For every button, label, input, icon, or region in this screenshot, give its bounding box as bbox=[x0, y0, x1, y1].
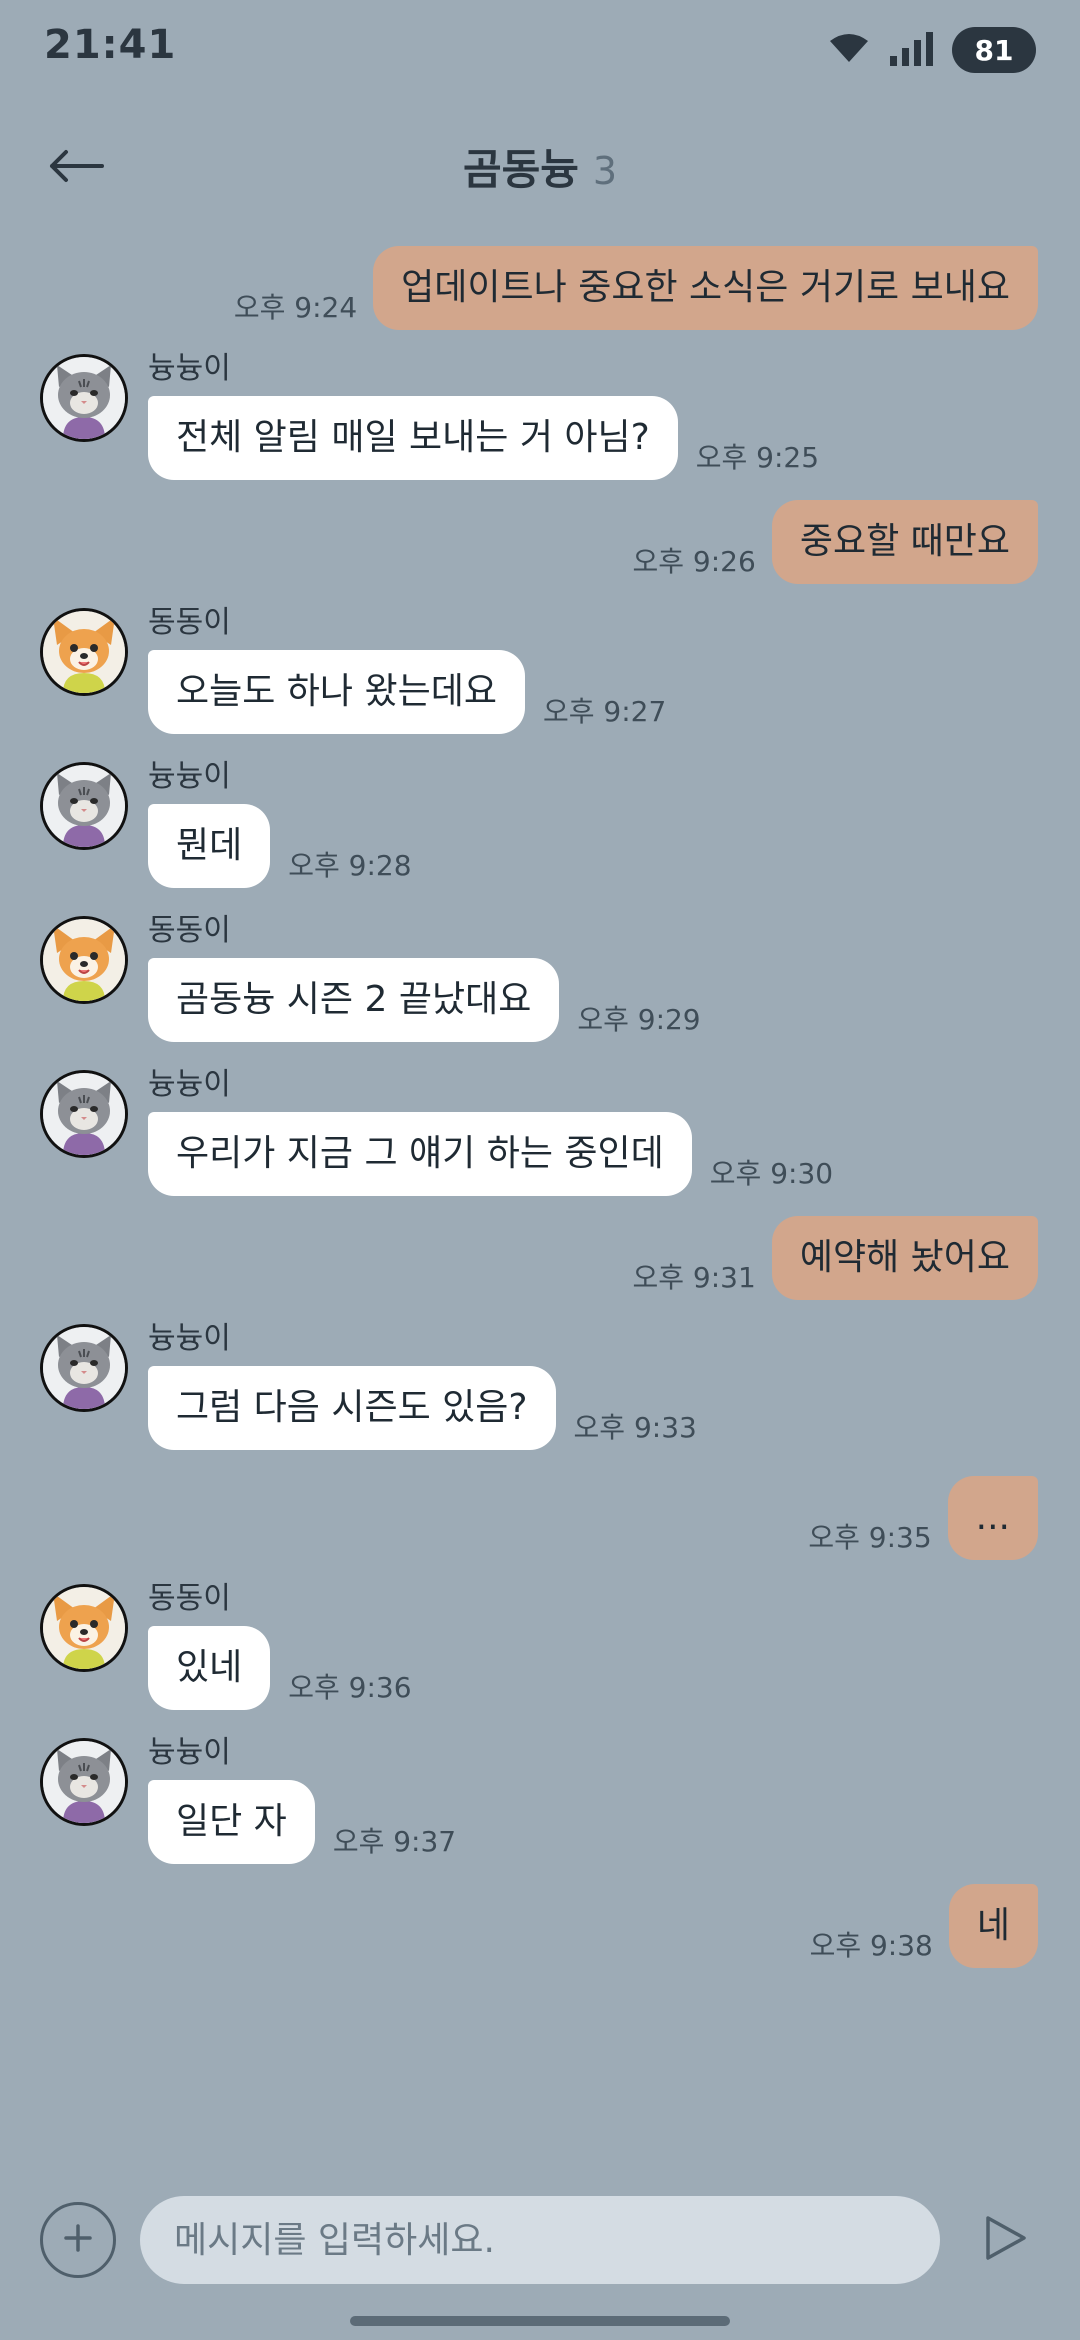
message-body: 동동이 있네 오후 9:36 bbox=[148, 1580, 412, 1710]
message-time: 오후 9:30 bbox=[709, 1157, 834, 1190]
message-incoming: 늉늉이 전체 알림 매일 보내는 거 아님? 오후 9:25 bbox=[0, 350, 1080, 484]
message-incoming: 동동이 오늘도 하나 왔는데요 오후 9:27 bbox=[0, 604, 1080, 738]
message-time: 오후 9:31 bbox=[632, 1261, 756, 1294]
message-time: 오후 9:36 bbox=[288, 1671, 412, 1704]
message-body: 늉늉이 우리가 지금 그 얘기 하는 중인데 오후 9:30 bbox=[148, 1066, 833, 1196]
message-bubble[interactable]: 업데이트나 중요한 소식은 거기로 보내요 bbox=[373, 246, 1038, 330]
bubble-line: 그럼 다음 시즌도 있음? 오후 9:33 bbox=[148, 1366, 697, 1450]
message-time: 오후 9:33 bbox=[573, 1411, 697, 1444]
sender-name: 늉늉이 bbox=[148, 1067, 231, 1102]
status-time: 21:41 bbox=[44, 22, 177, 68]
avatar-dog[interactable] bbox=[40, 608, 128, 696]
message-outgoing: 오후 9:38 네 bbox=[0, 1882, 1080, 1968]
bubble-line: 전체 알림 매일 보내는 거 아님? 오후 9:25 bbox=[148, 396, 819, 480]
message-outgoing: 오후 9:31 예약해 놨어요 bbox=[0, 1214, 1080, 1300]
message-incoming: 늉늉이 우리가 지금 그 얘기 하는 중인데 오후 9:30 bbox=[0, 1066, 1080, 1200]
message-time: 오후 9:37 bbox=[332, 1825, 457, 1858]
signal-icon bbox=[888, 30, 934, 70]
message-input-bar bbox=[0, 2190, 1080, 2290]
sender-name: 늉늉이 bbox=[148, 351, 231, 386]
member-count: 3 bbox=[592, 149, 618, 193]
chat-title-wrap: 곰동늉 3 bbox=[0, 136, 1080, 197]
message-bubble[interactable]: 그럼 다음 시즌도 있음? bbox=[148, 1366, 556, 1450]
message-bubble[interactable]: 중요할 때만요 bbox=[771, 500, 1038, 584]
battery-icon: 81 bbox=[952, 27, 1036, 73]
message-bubble[interactable]: ... bbox=[947, 1476, 1038, 1560]
message-incoming: 늉늉이 그럼 다음 시즌도 있음? 오후 9:33 bbox=[0, 1320, 1080, 1454]
sender-name: 동동이 bbox=[148, 913, 231, 948]
avatar-cat[interactable] bbox=[40, 762, 128, 850]
message-bubble[interactable]: 오늘도 하나 왔는데요 bbox=[148, 650, 525, 734]
sender-name: 늉늉이 bbox=[148, 1321, 231, 1356]
message-bubble[interactable]: 전체 알림 매일 보내는 거 아님? bbox=[148, 396, 678, 480]
message-incoming: 늉늉이 뭔데 오후 9:28 bbox=[0, 758, 1080, 892]
message-bubble[interactable]: 예약해 놨어요 bbox=[771, 1216, 1038, 1300]
message-time: 오후 9:35 bbox=[808, 1521, 932, 1554]
message-body: 늉늉이 전체 알림 매일 보내는 거 아님? 오후 9:25 bbox=[148, 350, 819, 480]
avatar-dog[interactable] bbox=[40, 916, 128, 1004]
message-outgoing: 오후 9:24 업데이트나 중요한 소식은 거기로 보내요 bbox=[0, 244, 1080, 330]
message-body: 늉늉이 일단 자 오후 9:37 bbox=[148, 1734, 456, 1864]
sender-name: 늉늉이 bbox=[148, 1735, 231, 1770]
message-incoming: 동동이 곰동늉 시즌 2 끝났대요 오후 9:29 bbox=[0, 912, 1080, 1046]
message-outgoing: 오후 9:35 ... bbox=[0, 1474, 1080, 1560]
message-body: 동동이 곰동늉 시즌 2 끝났대요 오후 9:29 bbox=[148, 912, 701, 1042]
bubble-line: 우리가 지금 그 얘기 하는 중인데 오후 9:30 bbox=[148, 1112, 833, 1196]
avatar-cat[interactable] bbox=[40, 1324, 128, 1412]
send-icon bbox=[984, 2215, 1028, 2265]
message-time: 오후 9:28 bbox=[288, 849, 412, 882]
message-incoming: 동동이 있네 오후 9:36 bbox=[0, 1580, 1080, 1714]
avatar-cat[interactable] bbox=[40, 1070, 128, 1158]
sender-name: 동동이 bbox=[148, 605, 231, 640]
chat-title: 곰동늉 bbox=[462, 145, 579, 194]
message-input[interactable] bbox=[140, 2196, 940, 2284]
avatar-cat[interactable] bbox=[40, 1738, 128, 1826]
bubble-line: 오늘도 하나 왔는데요 오후 9:27 bbox=[148, 650, 666, 734]
wifi-icon bbox=[828, 32, 870, 68]
avatar-cat[interactable] bbox=[40, 354, 128, 442]
message-incoming: 늉늉이 일단 자 오후 9:37 bbox=[0, 1734, 1080, 1868]
bubble-line: 있네 오후 9:36 bbox=[148, 1626, 412, 1710]
message-bubble[interactable]: 뭔데 bbox=[148, 804, 271, 888]
add-button[interactable] bbox=[40, 2202, 116, 2278]
message-time: 오후 9:26 bbox=[632, 545, 756, 578]
sender-name: 늉늉이 bbox=[148, 759, 231, 794]
status-bar: 21:41 81 bbox=[0, 0, 1080, 100]
message-time: 오후 9:24 bbox=[233, 291, 358, 324]
message-body: 늉늉이 그럼 다음 시즌도 있음? 오후 9:33 bbox=[148, 1320, 697, 1450]
avatar-dog[interactable] bbox=[40, 1584, 128, 1672]
bubble-line: 일단 자 오후 9:37 bbox=[148, 1780, 456, 1864]
message-body: 동동이 오늘도 하나 왔는데요 오후 9:27 bbox=[148, 604, 666, 734]
message-bubble[interactable]: 우리가 지금 그 얘기 하는 중인데 bbox=[148, 1112, 692, 1196]
message-bubble[interactable]: 네 bbox=[948, 1884, 1038, 1968]
message-bubble[interactable]: 곰동늉 시즌 2 끝났대요 bbox=[148, 958, 560, 1042]
message-list: 오후 9:24 업데이트나 중요한 소식은 거기로 보내요 늉늉이 전체 알림 … bbox=[0, 244, 1080, 1968]
home-indicator bbox=[350, 2316, 730, 2326]
bubble-line: 뭔데 오후 9:28 bbox=[148, 804, 412, 888]
message-bubble[interactable]: 일단 자 bbox=[148, 1780, 315, 1864]
chat-header: 곰동늉 3 bbox=[0, 110, 1080, 220]
status-icons: 81 bbox=[828, 26, 1036, 74]
message-body: 늉늉이 뭔데 오후 9:28 bbox=[148, 758, 412, 888]
bubble-line: 곰동늉 시즌 2 끝났대요 오후 9:29 bbox=[148, 958, 701, 1042]
send-button[interactable] bbox=[972, 2208, 1040, 2272]
message-time: 오후 9:25 bbox=[695, 441, 820, 474]
message-time: 오후 9:29 bbox=[577, 1003, 701, 1036]
plus-icon bbox=[62, 2222, 94, 2258]
sender-name: 동동이 bbox=[148, 1581, 231, 1616]
message-bubble[interactable]: 있네 bbox=[148, 1626, 271, 1710]
message-time: 오후 9:38 bbox=[809, 1929, 933, 1962]
message-outgoing: 오후 9:26 중요할 때만요 bbox=[0, 498, 1080, 584]
message-time: 오후 9:27 bbox=[542, 695, 667, 728]
